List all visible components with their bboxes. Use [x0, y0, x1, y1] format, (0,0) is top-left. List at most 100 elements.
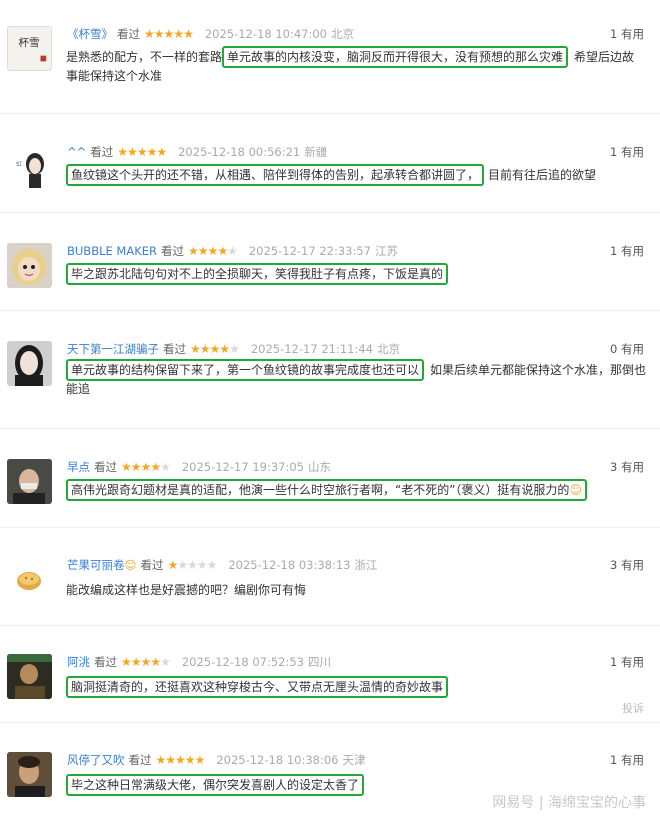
star-filled-icon: ★: [150, 655, 161, 669]
review-text: 是熟悉的配方，不一样的套路: [66, 50, 223, 64]
review-location: 浙江: [354, 558, 378, 572]
review-meta: ^^ 看过 ★★★★★ 2025-12-18 00:56:21 新疆: [67, 144, 327, 160]
highlighted-text: 毕之这种日常满级大佬，偶尔突发喜剧人的设定太香了: [66, 774, 365, 796]
watched-label: 看过: [117, 27, 140, 41]
star-filled-icon: ★: [194, 753, 206, 767]
useful-button[interactable]: 3 有用: [610, 557, 644, 573]
avatar-calligraphy: 杯雪: [19, 36, 40, 49]
useful-button[interactable]: 3 有用: [610, 459, 644, 475]
avatar[interactable]: 虹: [7, 144, 52, 189]
review-text-tail: 目前有往后追的欲望: [488, 168, 597, 182]
star-empty-icon: ★: [187, 558, 198, 572]
review-meta: 《杯雪》 看过 ★★★★★ 2025-12-18 10:47:00 北京: [67, 26, 354, 42]
useful-button[interactable]: 1 有用: [610, 243, 644, 259]
review-time: 2025-12-18 00:56:21: [178, 145, 301, 159]
review-meta: 风停了又吹 看过 ★★★★★ 2025-12-18 10:38:06 天津: [67, 752, 365, 768]
username-link[interactable]: 《杯雪》: [67, 26, 113, 42]
star-filled-icon: ★: [184, 753, 196, 767]
star-filled-icon: ★: [199, 342, 211, 356]
username-link[interactable]: 风停了又吹: [67, 752, 125, 768]
username-link[interactable]: ^^: [67, 145, 86, 159]
divider: [0, 113, 660, 114]
star-filled-icon: ★: [146, 145, 158, 159]
divider: [0, 625, 660, 626]
avatar[interactable]: [7, 459, 52, 504]
avatar[interactable]: [7, 654, 52, 699]
highlighted-text: 脑洞挺清奇的，还挺喜欢这种穿梭古今、又带点无厘头温情的奇妙故事: [66, 676, 449, 698]
divider: [0, 722, 660, 723]
laugh-emoji-icon: ☺: [569, 483, 582, 497]
useful-button[interactable]: 1 有用: [610, 26, 644, 42]
star-filled-icon: ★: [117, 145, 128, 159]
star-filled-icon: ★: [150, 460, 161, 474]
review-content: 能改编成这样也是好震撼的吧？编剧你可有悔: [66, 581, 646, 600]
watermark: 网易号 | 海绵宝宝的心事: [492, 795, 646, 811]
useful-button[interactable]: 1 有用: [610, 752, 644, 768]
review-meta: 天下第一江湖骗子 看过 ★★★★★ 2025-12-17 21:11:44 北京: [67, 341, 400, 357]
star-empty-icon: ★: [196, 558, 208, 572]
avatar[interactable]: [7, 557, 52, 602]
divider: [0, 310, 660, 311]
avatar[interactable]: [7, 243, 52, 288]
watched-label: 看过: [94, 655, 117, 669]
useful-button[interactable]: 1 有用: [610, 144, 644, 160]
star-filled-icon: ★: [136, 145, 148, 159]
review-time: 2025-12-17 21:11:44: [250, 342, 373, 356]
rating-stars: ★★★★★: [167, 558, 218, 572]
rating-stars: ★★★★★: [121, 460, 171, 474]
rating-stars: ★★★★★: [144, 27, 194, 41]
report-link[interactable]: 投诉: [622, 700, 644, 716]
star-empty-icon: ★: [160, 460, 171, 474]
review-meta: 芒果可丽卷☺ 看过 ★★★★★ 2025-12-18 03:38:13 浙江: [67, 557, 377, 573]
star-empty-icon: ★: [160, 655, 171, 669]
review-time: 2025-12-18 07:52:53: [181, 655, 304, 669]
highlighted-text: 高伟光跟奇幻题材是真的适配，他演一些什么时空旅行者啊，“老不死的”（褒义）挺有说…: [66, 479, 587, 501]
highlighted-text: 毕之跟苏北陆句句对不上的全损聊天，笑得我肚子有点疼，下饭是真的: [66, 263, 449, 285]
review-text: 能改编成这样也是好震撼的吧？编剧你可有悔: [66, 583, 307, 597]
star-filled-icon: ★: [144, 27, 155, 41]
review-location: 山东: [307, 460, 331, 474]
review-location: 新疆: [304, 145, 328, 159]
star-filled-icon: ★: [183, 27, 194, 41]
username-link[interactable]: 阿洮: [67, 654, 90, 670]
star-filled-icon: ★: [140, 655, 152, 669]
star-filled-icon: ★: [155, 753, 167, 767]
star-filled-icon: ★: [130, 655, 142, 669]
useful-button[interactable]: 1 有用: [610, 654, 644, 670]
review-time: 2025-12-17 19:37:05: [181, 460, 304, 474]
avatar[interactable]: [7, 752, 52, 797]
star-filled-icon: ★: [188, 244, 199, 258]
review-time: 2025-12-18 10:47:00: [204, 27, 327, 41]
star-filled-icon: ★: [167, 558, 179, 572]
star-filled-icon: ★: [163, 27, 175, 41]
watched-label: 看过: [94, 460, 117, 474]
review-location: 天津: [342, 753, 366, 767]
star-empty-icon: ★: [206, 558, 218, 572]
rating-stars: ★★★★★: [188, 244, 238, 258]
review-location: 北京: [376, 342, 400, 356]
divider: [0, 527, 660, 528]
username-link[interactable]: 天下第一江湖骗子: [67, 341, 159, 357]
star-filled-icon: ★: [175, 753, 186, 767]
review-location: 四川: [307, 655, 331, 669]
star-filled-icon: ★: [190, 342, 201, 356]
star-filled-icon: ★: [121, 655, 132, 669]
star-filled-icon: ★: [173, 27, 184, 41]
review-content: 鱼纹镜这个头开的还不错，从相遇、陪伴到得体的告别，起承转合都讲圆了， 目前有往后追…: [66, 164, 646, 186]
avatar[interactable]: 杯雪: [7, 26, 52, 71]
useful-button[interactable]: 0 有用: [610, 341, 644, 357]
star-filled-icon: ★: [140, 460, 152, 474]
review-meta: 早点 看过 ★★★★★ 2025-12-17 19:37:05 山东: [67, 459, 331, 475]
star-filled-icon: ★: [207, 244, 219, 258]
watched-label: 看过: [128, 753, 152, 767]
rating-stars: ★★★★★: [190, 342, 240, 356]
username-link[interactable]: BUBBLE MAKER: [67, 244, 157, 258]
star-filled-icon: ★: [156, 145, 167, 159]
divider: [0, 428, 660, 429]
username-link[interactable]: 芒果可丽卷☺: [67, 557, 137, 573]
username-link[interactable]: 早点: [67, 459, 90, 475]
review-location: 北京: [330, 27, 354, 41]
watched-label: 看过: [161, 244, 185, 258]
star-empty-icon: ★: [227, 244, 238, 258]
avatar[interactable]: [7, 341, 52, 386]
